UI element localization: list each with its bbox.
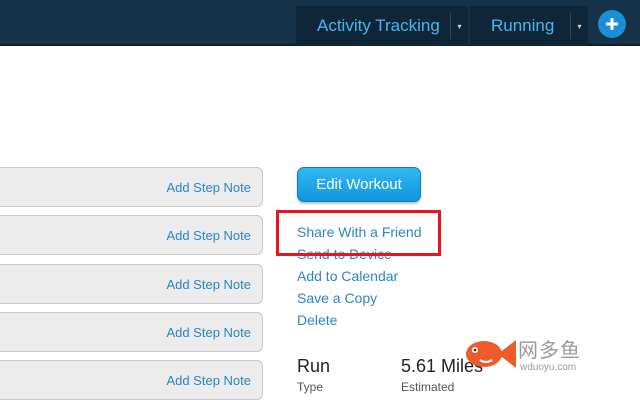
watermark: 网多鱼 wduoyu.com (458, 330, 638, 380)
watermark-subtext: wduoyu.com (520, 362, 577, 373)
fish-logo-icon (466, 340, 516, 368)
workout-type-value: Run (297, 356, 331, 376)
add-to-calendar-link[interactable]: Add to Calendar (297, 268, 398, 284)
edit-workout-button[interactable]: Edit Workout (297, 167, 421, 202)
add-step-note-link[interactable]: Add Step Note (166, 228, 251, 243)
chevron-down-icon[interactable]: ▾ (450, 13, 468, 39)
workout-step-row: Add Step Note (0, 360, 263, 400)
add-step-note-link[interactable]: Add Step Note (166, 373, 251, 388)
nav-activity-tracking[interactable]: Activity Tracking ▾ (296, 6, 468, 46)
nav-running-label[interactable]: Running (470, 16, 570, 36)
add-button[interactable] (598, 10, 626, 38)
nav-running[interactable]: Running ▾ (470, 6, 588, 46)
top-header: Activity Tracking ▾ Running ▾ (0, 0, 640, 46)
save-a-copy-link[interactable]: Save a Copy (297, 290, 377, 306)
highlight-annotation (276, 210, 441, 256)
nav-activity-tracking-label[interactable]: Activity Tracking (296, 16, 450, 36)
add-step-note-link[interactable]: Add Step Note (166, 180, 251, 195)
add-step-note-link[interactable]: Add Step Note (166, 325, 251, 340)
distance-label: Estimated (401, 380, 455, 394)
workout-type-label: Type (297, 380, 324, 394)
workout-step-row: Add Step Note (0, 167, 263, 207)
plus-icon (606, 18, 618, 30)
delete-link[interactable]: Delete (297, 312, 337, 328)
workout-step-row: Add Step Note (0, 215, 263, 255)
workout-step-row: Add Step Note (0, 312, 263, 352)
add-step-note-link[interactable]: Add Step Note (166, 277, 251, 292)
workout-step-row: Add Step Note (0, 264, 263, 304)
watermark-text: 网多鱼 (518, 340, 581, 362)
chevron-down-icon[interactable]: ▾ (570, 13, 588, 39)
